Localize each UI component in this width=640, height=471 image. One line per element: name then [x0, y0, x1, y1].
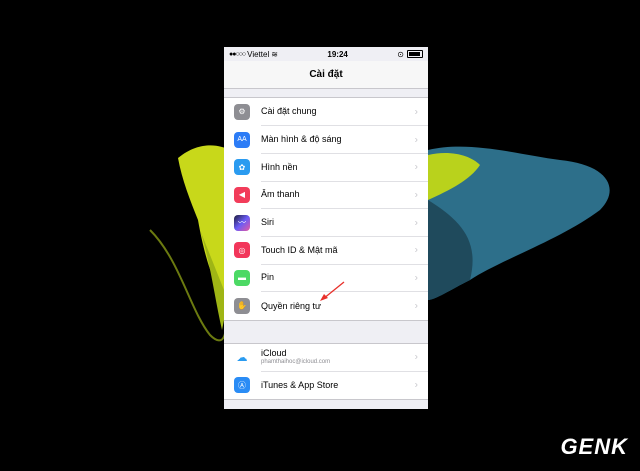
settings-item-siri[interactable]: 〰 Siri › [224, 209, 428, 237]
watermark-logo: GENK [560, 434, 628, 459]
settings-item-wallpaper[interactable]: ✿ Hình nền › [224, 153, 428, 182]
battery-icon: ▬ [234, 269, 250, 286]
settings-item-sounds[interactable]: ◀ Âm thanh › [224, 181, 428, 210]
settings-item-itunes[interactable]: Ⓐ iTunes & App Store › [224, 371, 428, 399]
nav-bar: Cài đặt [224, 61, 428, 89]
settings-item-icloud[interactable]: ☁ iCloud phamthaihoc@icloud.com › [224, 344, 428, 372]
battery-status-icon [406, 50, 423, 58]
chevron-right-icon: › [414, 189, 418, 201]
chevron-right-icon: › [414, 134, 418, 146]
icloud-account-email: phamthaihoc@icloud.com [261, 359, 331, 366]
signal-icon: ●●○○○ [229, 50, 246, 58]
chevron-right-icon: › [414, 161, 418, 173]
sound-icon: ◀ [234, 186, 250, 203]
settings-item-label: Màn hình & độ sáng [261, 134, 342, 145]
chevron-right-icon: › [414, 244, 418, 256]
phone-screen: ●●○○○ Viettel ≋ 19:24 ⊙ Cài đặt ⚙ Cài đặ… [224, 47, 428, 409]
settings-item-touchid[interactable]: ◎ Touch ID & Mật mã › [224, 236, 428, 265]
app-store-icon: Ⓐ [234, 377, 250, 394]
page-title: Cài đặt [309, 69, 343, 80]
wallpaper-icon: ✿ [234, 159, 250, 176]
privacy-hand-icon: ✋ [234, 297, 250, 314]
chevron-right-icon: › [414, 379, 418, 391]
annotation-arrow [320, 281, 345, 301]
chevron-right-icon: › [414, 300, 418, 312]
icloud-icon: ☁ [234, 349, 250, 366]
settings-item-label: iCloud [261, 348, 287, 359]
orientation-lock-icon: ⊙ [397, 49, 404, 59]
chevron-right-icon: › [414, 217, 418, 229]
settings-item-display[interactable]: AA Màn hình & độ sáng › [224, 126, 428, 154]
settings-item-label: Hình nền [261, 161, 298, 172]
settings-item-label: Touch ID & Mật mã [261, 244, 338, 255]
settings-item-label: Quyền riêng tư [261, 300, 322, 311]
status-time: 19:24 [327, 49, 348, 59]
settings-item-label: Siri [261, 217, 274, 228]
fingerprint-icon: ◎ [234, 242, 250, 259]
carrier-label: Viettel [247, 49, 270, 59]
display-brightness-icon: AA [234, 131, 250, 148]
chevron-right-icon: › [414, 106, 418, 118]
chevron-right-icon: › [414, 272, 418, 284]
siri-icon: 〰 [234, 214, 250, 231]
settings-item-label: Âm thanh [261, 189, 300, 200]
settings-group-accounts: ☁ iCloud phamthaihoc@icloud.com › Ⓐ iTun… [224, 342, 428, 400]
settings-item-label: iTunes & App Store [261, 380, 339, 391]
chevron-right-icon: › [414, 351, 418, 363]
settings-item-general[interactable]: ⚙ Cài đặt chung › [224, 98, 428, 127]
gear-icon: ⚙ [234, 103, 250, 120]
settings-item-label: Cài đặt chung [261, 106, 317, 117]
wifi-icon: ≋ [271, 49, 278, 59]
status-bar: ●●○○○ Viettel ≋ 19:24 ⊙ [224, 47, 428, 61]
